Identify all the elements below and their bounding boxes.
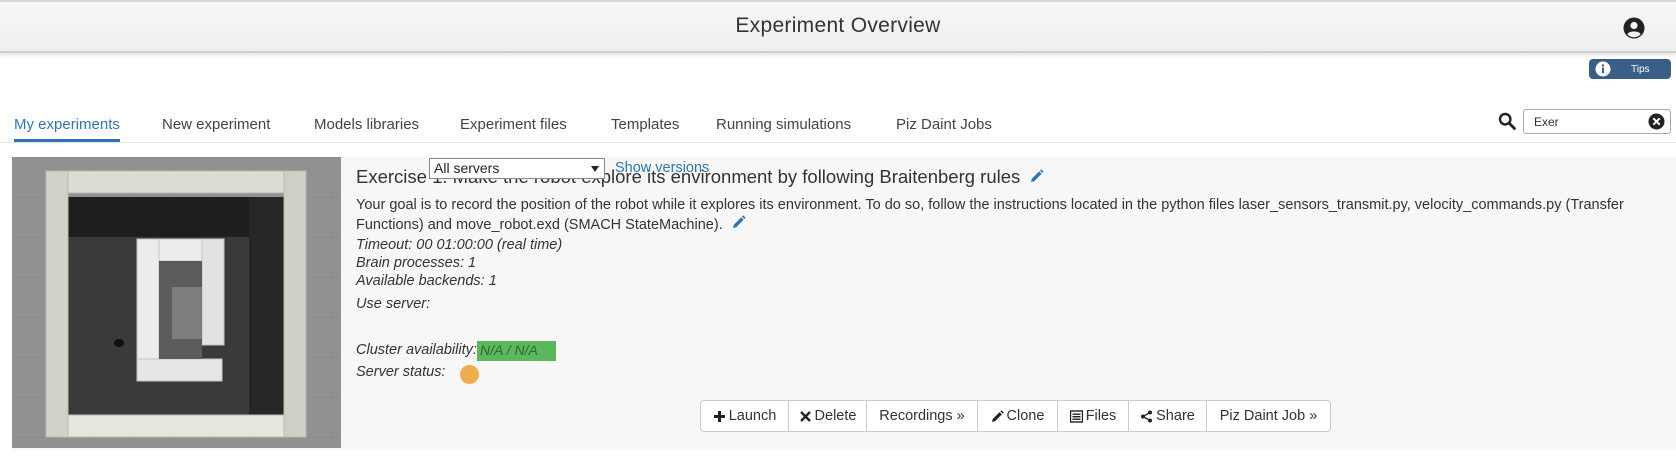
tab-models-libraries[interactable]: Models libraries (314, 116, 419, 133)
server-select[interactable]: All servers (429, 158, 605, 179)
server-status-label: Server status: (356, 364, 446, 380)
info-circle-icon (1595, 61, 1611, 77)
experiment-actions: Launch Delete Recordings » Clone Files S… (700, 400, 1331, 432)
piz-daint-job-label: Piz Daint Job » (1219, 408, 1318, 424)
show-versions-link[interactable]: Show versions (615, 160, 709, 176)
top-bar: Experiment Overview (0, 0, 1676, 53)
share-label: Share (1156, 408, 1195, 424)
cluster-availability-label: Cluster availability: (356, 342, 477, 358)
files-button[interactable]: Files (1058, 401, 1129, 431)
tab-experiment-files[interactable]: Experiment files (460, 116, 567, 133)
server-select-value: All servers (434, 160, 500, 176)
piz-daint-job-button[interactable]: Piz Daint Job » (1207, 401, 1330, 431)
clone-button[interactable]: Clone (978, 401, 1058, 431)
close-circle-icon[interactable] (1648, 113, 1665, 130)
tab-new-experiment[interactable]: New experiment (162, 116, 270, 133)
tips-label: Tips (1631, 64, 1650, 75)
launch-button[interactable]: Launch (701, 401, 789, 431)
files-label: Files (1085, 408, 1117, 424)
share-icon (1141, 410, 1153, 422)
tab-templates[interactable]: Templates (611, 116, 679, 133)
pencil-icon[interactable] (1029, 169, 1045, 184)
chevron-down-icon (591, 166, 599, 172)
timeout-label: Timeout: 00 01:00:00 (real time) (356, 237, 563, 253)
available-backends-label: Available backends: 1 (356, 273, 497, 289)
share-button[interactable]: Share (1129, 401, 1207, 431)
user-circle-icon[interactable] (1623, 17, 1645, 39)
list-icon (1069, 409, 1083, 423)
launch-label: Launch (728, 408, 777, 424)
experiment-thumbnail (12, 157, 341, 448)
recordings-button[interactable]: Recordings » (867, 401, 978, 431)
tab-running-simulations[interactable]: Running simulations (716, 116, 851, 133)
brain-processes-label: Brain processes: 1 (356, 255, 477, 271)
delete-button[interactable]: Delete (789, 401, 867, 431)
recordings-label: Recordings » (879, 408, 965, 424)
tab-piz-daint-jobs[interactable]: Piz Daint Jobs (896, 116, 992, 133)
search-icon[interactable] (1498, 112, 1516, 130)
experiment-description: Your goal is to record the position of t… (356, 195, 1676, 235)
page-title: Experiment Overview (735, 14, 941, 37)
pencil-icon[interactable] (731, 215, 746, 230)
use-server-label: Use server: (356, 296, 431, 312)
tab-my-experiments[interactable]: My experiments (14, 116, 120, 142)
cluster-availability-badge: N/A / N/A (477, 341, 556, 361)
delete-label: Delete (814, 408, 857, 424)
tab-bar: My experiments New experiment Models lib… (0, 110, 1676, 143)
close-icon (799, 410, 811, 422)
clone-label: Clone (1006, 408, 1045, 424)
tips-button[interactable]: Tips (1589, 59, 1671, 79)
pencil-icon (991, 409, 1004, 422)
experiment-description-text: Your goal is to record the position of t… (356, 197, 1624, 233)
plus-icon (713, 410, 725, 422)
server-status-indicator (460, 365, 479, 384)
